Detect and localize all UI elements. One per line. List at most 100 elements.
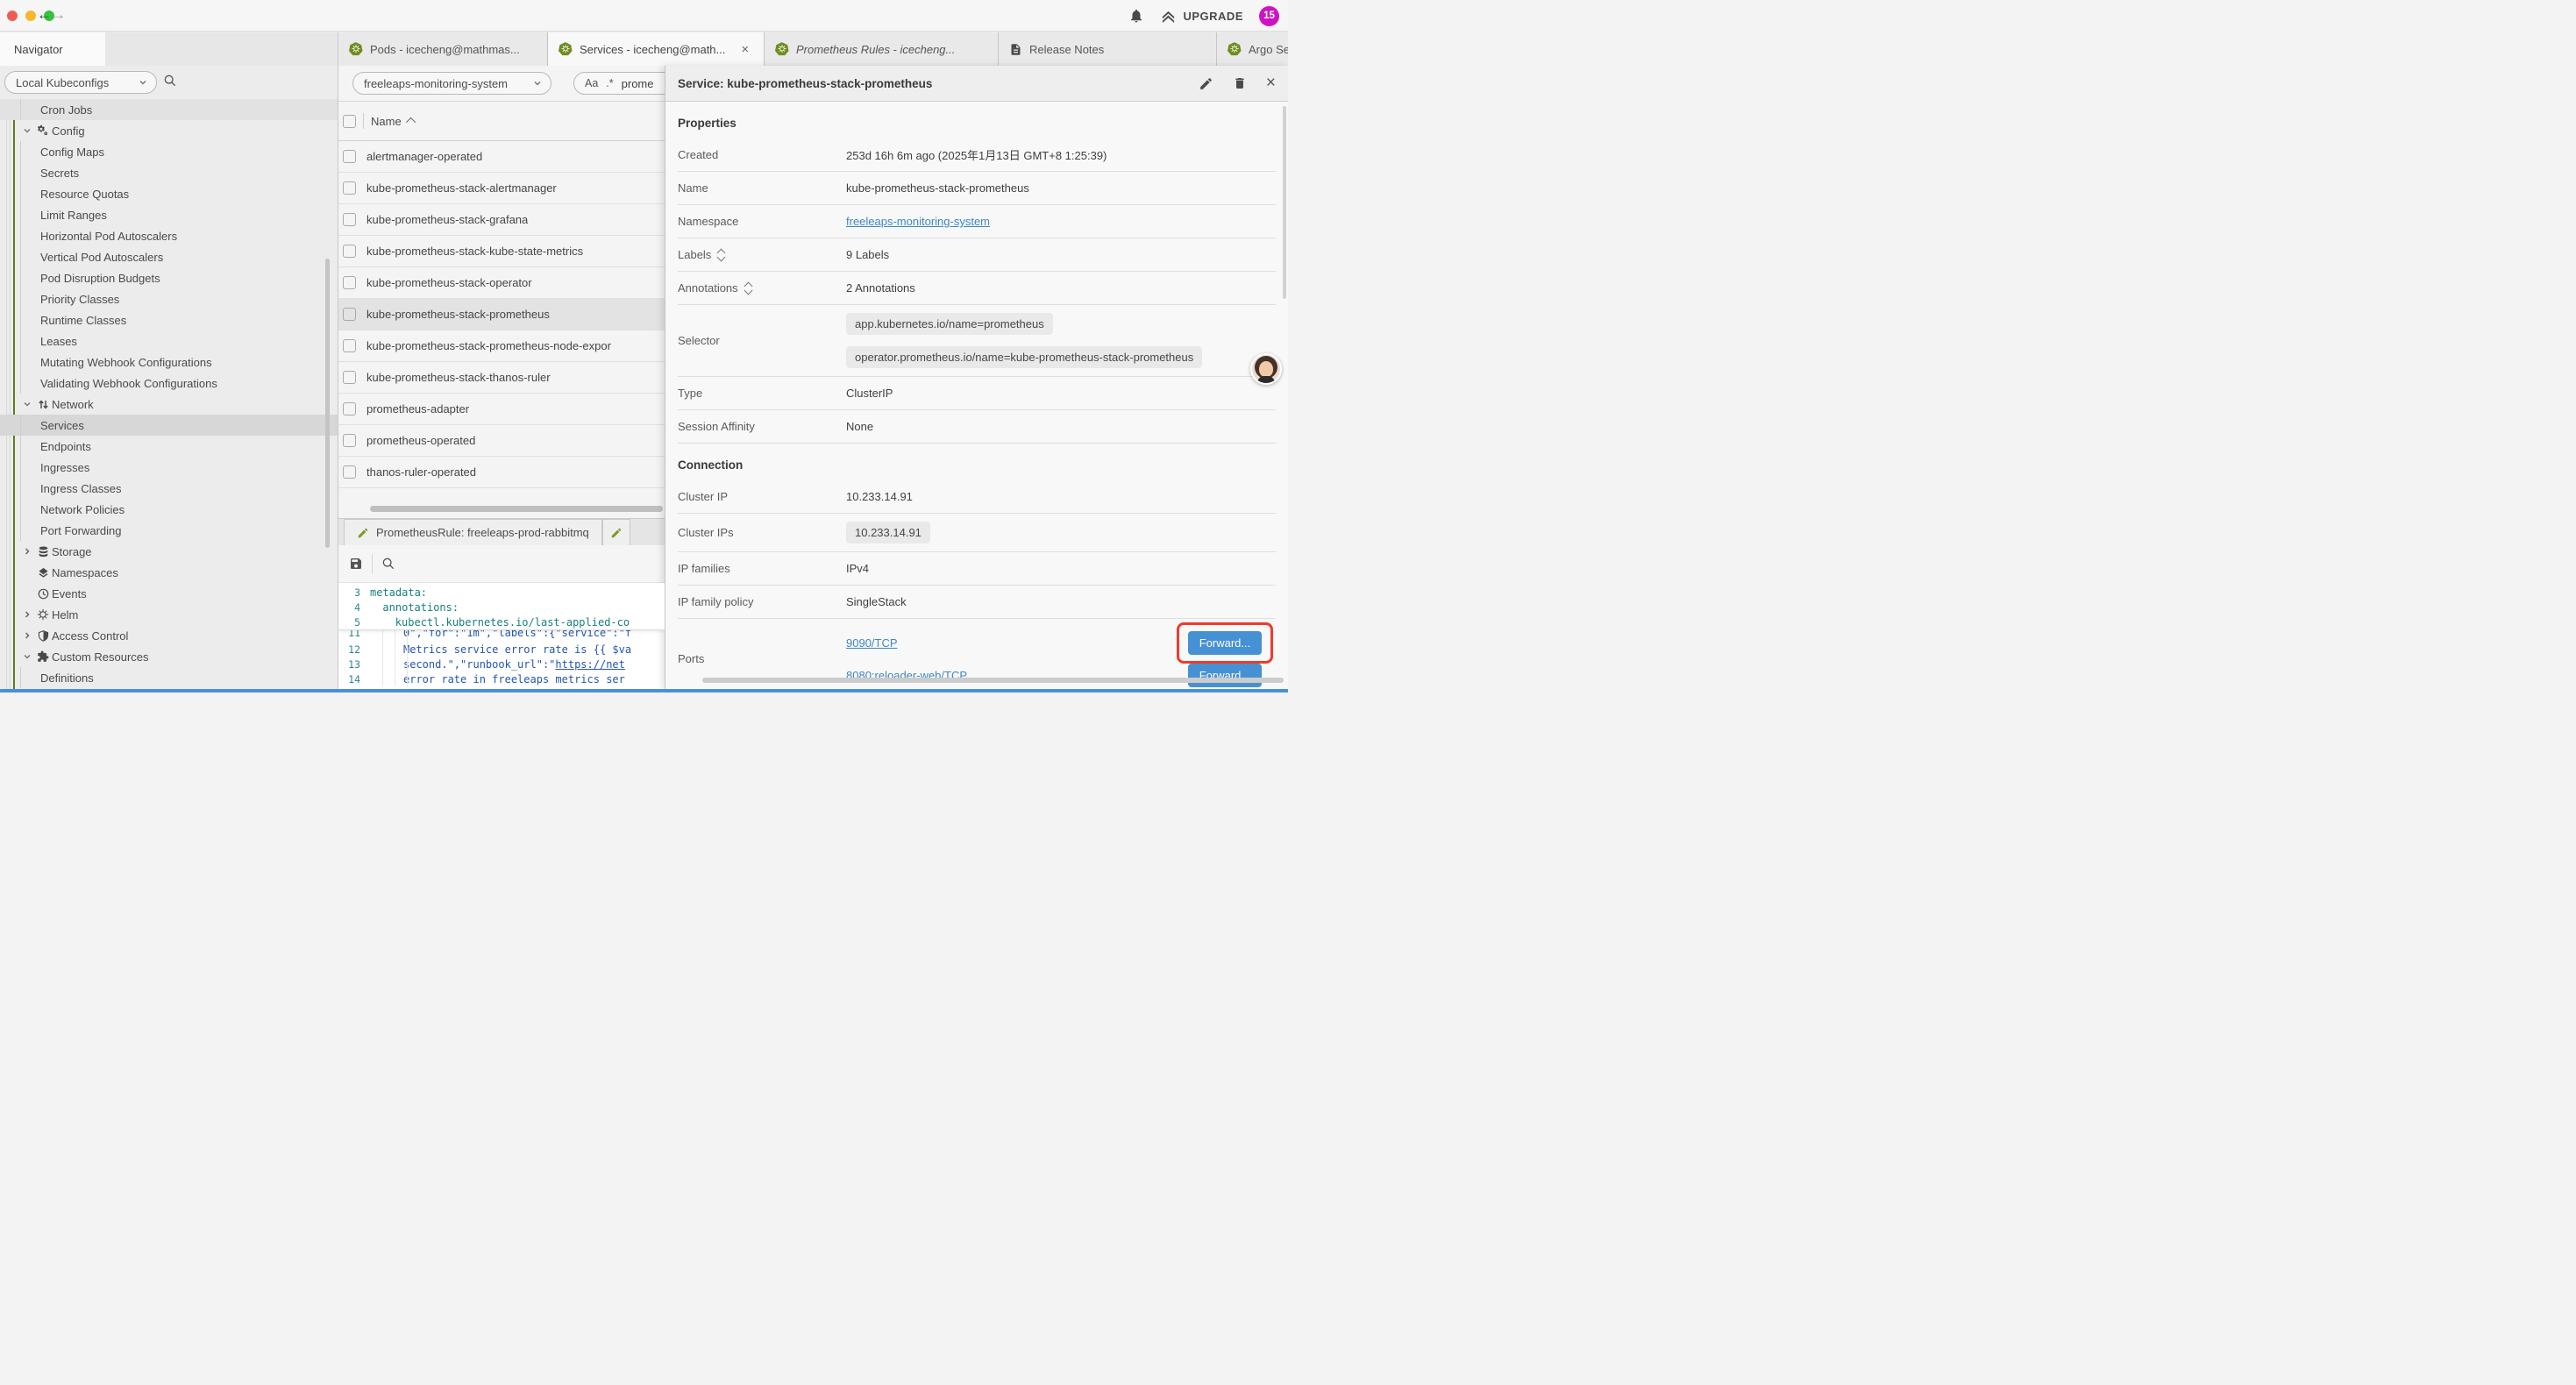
sidebar-item-resource-quotas[interactable]: Resource Quotas (0, 183, 338, 204)
database-icon (34, 546, 52, 558)
sidebar-item-access-control[interactable]: Access Control (0, 625, 338, 646)
dock-tab-partial[interactable] (602, 519, 630, 545)
sidebar-item-ingress-classes[interactable]: Ingress Classes (0, 478, 338, 499)
table-search-input[interactable]: Aa .* prome (573, 72, 665, 95)
sidebar-item-horizontal-pod-autoscalers[interactable]: Horizontal Pod Autoscalers (0, 225, 338, 246)
sidebar-item-endpoints[interactable]: Endpoints (0, 436, 338, 457)
tab-argo-se[interactable]: Argo Se (1217, 32, 1288, 66)
row-checkbox[interactable] (343, 434, 356, 447)
tab-prometheus-rules-icechen[interactable]: Prometheus Rules - icecheng... (765, 32, 999, 66)
namespace-link[interactable]: freeleaps-monitoring-system (846, 215, 990, 228)
sidebar-item-pod-disruption-budgets[interactable]: Pod Disruption Budgets (0, 267, 338, 288)
search-icon[interactable] (381, 557, 395, 571)
table-row-alertmanager-operated[interactable]: alertmanager-operated (338, 141, 665, 173)
row-checkbox[interactable] (343, 402, 356, 416)
sort-toggle-icon[interactable] (718, 250, 724, 260)
trash-icon[interactable] (1233, 76, 1247, 90)
kubeconfig-select[interactable]: Local Kubeconfigs (4, 71, 157, 94)
back-arrow-icon[interactable]: ← (37, 6, 52, 24)
table-row-kube-prometheus-stack-grafana[interactable]: kube-prometheus-stack-grafana (338, 204, 665, 236)
chevron-down-icon[interactable] (20, 126, 34, 135)
table-row-kube-prometheus-stack-prometheus-node-expor[interactable]: kube-prometheus-stack-prometheus-node-ex… (338, 330, 665, 362)
sidebar-item-config-maps[interactable]: Config Maps (0, 141, 338, 162)
table-row-kube-prometheus-stack-operator[interactable]: kube-prometheus-stack-operator (338, 267, 665, 299)
row-checkbox[interactable] (343, 339, 356, 352)
table-row-thanos-ruler-operated[interactable]: thanos-ruler-operated (338, 457, 665, 488)
sidebar-item-namespaces[interactable]: Namespaces (0, 562, 338, 583)
close-icon[interactable]: × (1266, 74, 1276, 93)
chevron-right-icon[interactable] (20, 547, 34, 556)
forward-arrow-icon[interactable]: → (51, 6, 66, 24)
bell-icon[interactable] (1128, 8, 1144, 24)
sort-toggle-icon[interactable] (745, 283, 751, 294)
chevron-down-icon[interactable] (20, 652, 34, 661)
row-checkbox[interactable] (343, 308, 356, 321)
yaml-editor[interactable]: 3metadata:4annotations:5kubectl.kubernet… (338, 583, 665, 689)
sidebar-item-helm[interactable]: Helm (0, 604, 338, 625)
chevron-right-icon[interactable] (20, 610, 34, 619)
namespace-select[interactable]: freeleaps-monitoring-system (352, 72, 551, 95)
tab-services-icecheng-math-[interactable]: Services - icecheng@math...× (548, 32, 765, 66)
row-checkbox[interactable] (343, 245, 356, 258)
table-row-prometheus-adapter[interactable]: prometheus-adapter (338, 394, 665, 425)
close-window-button[interactable] (7, 11, 18, 21)
sidebar-item-network[interactable]: Network (0, 394, 338, 415)
sidebar-item-mutating-webhook-configurations[interactable]: Mutating Webhook Configurations (0, 352, 338, 373)
sidebar-scrollbar[interactable] (325, 259, 330, 548)
save-icon[interactable] (349, 557, 363, 571)
name-column-header[interactable]: Name (371, 115, 416, 128)
sidebar-item-vertical-pod-autoscalers[interactable]: Vertical Pod Autoscalers (0, 246, 338, 267)
notification-count-badge[interactable]: 15 (1259, 6, 1279, 26)
sidebar-item-definitions[interactable]: Definitions (0, 667, 338, 688)
panel-horizontal-scrollbar[interactable] (702, 678, 1284, 683)
sidebar-item-priority-classes[interactable]: Priority Classes (0, 288, 338, 309)
sidebar-item-port-forwarding[interactable]: Port Forwarding (0, 520, 338, 541)
table-row-kube-prometheus-stack-prometheus[interactable]: kube-prometheus-stack-prometheus (338, 299, 665, 330)
sidebar-item-custom-resources[interactable]: Custom Resources (0, 646, 338, 667)
sidebar-item-ingresses[interactable]: Ingresses (0, 457, 338, 478)
edit-icon[interactable] (1199, 76, 1213, 91)
row-checkbox[interactable] (343, 371, 356, 384)
chevron-down-icon[interactable] (20, 400, 34, 408)
forward-button[interactable]: Forward... (1188, 664, 1262, 687)
navigator-tab[interactable]: Navigator (0, 32, 105, 66)
sidebar-search-icon[interactable] (163, 74, 177, 88)
sidebar-item-runtime-classes[interactable]: Runtime Classes (0, 309, 338, 330)
row-checkbox[interactable] (343, 213, 356, 226)
forward-button[interactable]: Forward... (1188, 631, 1262, 655)
regex-icon[interactable]: .* (606, 77, 613, 89)
namespace-select-value: freeleaps-monitoring-system (364, 77, 508, 90)
upgrade-button[interactable]: UPGRADE (1160, 9, 1243, 24)
services-pane: freeleaps-monitoring-system Aa .* prome … (338, 66, 665, 689)
table-horizontal-scrollbar[interactable] (370, 506, 663, 512)
chevron-right-icon[interactable] (20, 631, 34, 640)
tab-pods-icecheng-mathmas-[interactable]: Pods - icecheng@mathmas... (338, 32, 548, 66)
row-checkbox[interactable] (343, 150, 356, 163)
sidebar-item-events[interactable]: Events (0, 583, 338, 604)
sidebar-item-cron-jobs[interactable]: Cron Jobs (0, 99, 338, 120)
sidebar-item-config[interactable]: Config (0, 120, 338, 141)
row-checkbox[interactable] (343, 465, 356, 479)
dock-tab-prometheusrule[interactable]: PrometheusRule: freeleaps-prod-rabbitmq (344, 519, 602, 545)
row-checkbox[interactable] (343, 181, 356, 195)
sidebar-item-services[interactable]: Services (0, 415, 338, 436)
port-link[interactable]: 9090/TCP (846, 636, 898, 650)
sidebar-item-leases[interactable]: Leases (0, 330, 338, 352)
tab-release-notes[interactable]: Release Notes (999, 32, 1217, 66)
table-row-kube-prometheus-stack-kube-state-metrics[interactable]: kube-prometheus-stack-kube-state-metrics (338, 236, 665, 267)
table-row-prometheus-operated[interactable]: prometheus-operated (338, 425, 665, 457)
sidebar-item-validating-webhook-configurations[interactable]: Validating Webhook Configurations (0, 373, 338, 394)
match-case-icon[interactable]: Aa (585, 77, 598, 89)
row-checkbox[interactable] (343, 276, 356, 289)
close-tab-icon[interactable]: × (741, 42, 749, 57)
table-row-kube-prometheus-stack-alertmanager[interactable]: kube-prometheus-stack-alertmanager (338, 173, 665, 204)
sidebar-item-storage[interactable]: Storage (0, 541, 338, 562)
sidebar-item-network-policies[interactable]: Network Policies (0, 499, 338, 520)
panel-vertical-scrollbar[interactable] (1283, 106, 1286, 299)
avatar[interactable] (1250, 353, 1282, 385)
sidebar-item-limit-ranges[interactable]: Limit Ranges (0, 204, 338, 225)
select-all-checkbox[interactable] (343, 115, 356, 128)
sidebar-item-secrets[interactable]: Secrets (0, 162, 338, 183)
minimize-window-button[interactable] (25, 11, 36, 21)
table-row-kube-prometheus-stack-thanos-ruler[interactable]: kube-prometheus-stack-thanos-ruler (338, 362, 665, 394)
